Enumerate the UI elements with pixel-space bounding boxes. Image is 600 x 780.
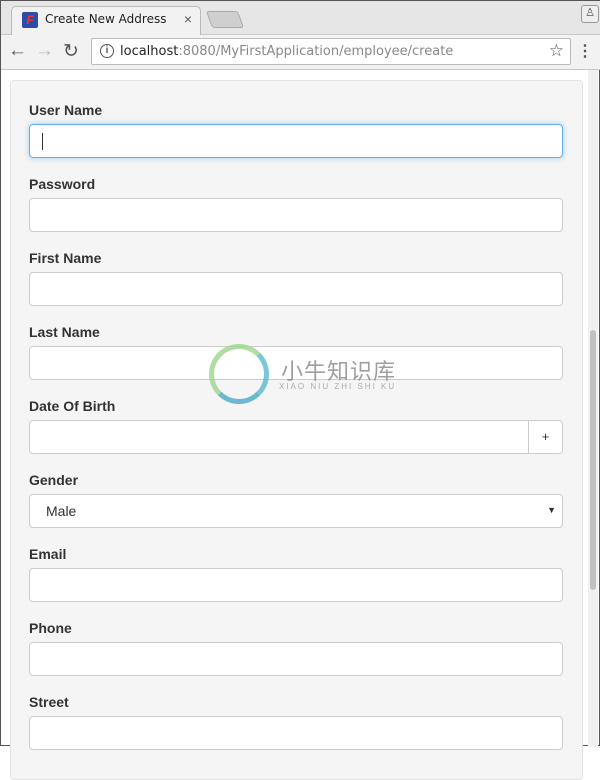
label-last-name: Last Name [29, 324, 100, 340]
tab-title: Create New Address [45, 12, 167, 26]
label-street: Street [29, 694, 69, 710]
field-email: Email [29, 545, 563, 602]
field-first-name: First Name [29, 249, 563, 306]
url-text[interactable]: localhost:8080/MyFirstApplication/employ… [120, 44, 453, 59]
label-first-name: First Name [29, 250, 102, 266]
field-password: Password [29, 175, 563, 232]
label-email: Email [29, 546, 67, 562]
password-input[interactable] [29, 198, 563, 232]
browser-tab[interactable]: F Create New Address × [11, 6, 201, 36]
new-tab-button[interactable] [205, 11, 245, 28]
field-dob: Date Of Birth + [29, 397, 563, 454]
street-input[interactable] [29, 716, 563, 750]
field-username: User Name [29, 101, 563, 158]
field-street: Street [29, 693, 563, 750]
dob-input[interactable] [29, 420, 529, 454]
scrollbar[interactable] [588, 70, 598, 747]
gender-select[interactable]: Male ▼ [29, 494, 563, 528]
last-name-input[interactable] [29, 346, 563, 380]
email-input[interactable] [29, 568, 563, 602]
text-caret [42, 133, 43, 150]
menu-icon[interactable]: ⋮ [577, 41, 593, 61]
label-username: User Name [29, 102, 103, 118]
url-path: :8080/MyFirstApplication/employee/create [178, 44, 454, 59]
gender-value: Male [46, 503, 77, 519]
info-icon[interactable]: i [100, 44, 114, 58]
scrollbar-thumb[interactable] [590, 330, 596, 590]
favicon-icon: F [22, 12, 38, 28]
tab-bar: F Create New Address × ♙ [1, 1, 600, 36]
first-name-input[interactable] [29, 272, 563, 306]
bookmark-star-icon[interactable]: ☆ [549, 41, 564, 61]
reload-icon[interactable]: ↻ [63, 40, 79, 63]
label-gender: Gender [29, 472, 79, 488]
close-tab-icon[interactable]: × [184, 11, 192, 27]
field-phone: Phone [29, 619, 563, 676]
field-gender: Gender Male ▼ [29, 471, 563, 528]
form-panel: User Name Password First Name Last Name … [10, 80, 583, 780]
field-last-name: Last Name [29, 323, 563, 380]
label-phone: Phone [29, 620, 72, 636]
profile-icon[interactable]: ♙ [581, 5, 599, 23]
url-host: localhost [120, 44, 179, 59]
username-input[interactable] [29, 124, 563, 158]
address-bar[interactable]: i localhost:8080/MyFirstApplication/empl… [91, 38, 571, 65]
dropdown-arrow-icon: ▼ [547, 505, 556, 515]
phone-input[interactable] [29, 642, 563, 676]
nav-bar: ← → ↻ i localhost:8080/MyFirstApplicatio… [1, 35, 600, 70]
label-dob: Date Of Birth [29, 398, 116, 414]
label-password: Password [29, 176, 96, 192]
dob-picker-button[interactable]: + [529, 420, 563, 454]
back-icon[interactable]: ← [8, 40, 27, 62]
forward-icon[interactable]: → [35, 40, 54, 62]
